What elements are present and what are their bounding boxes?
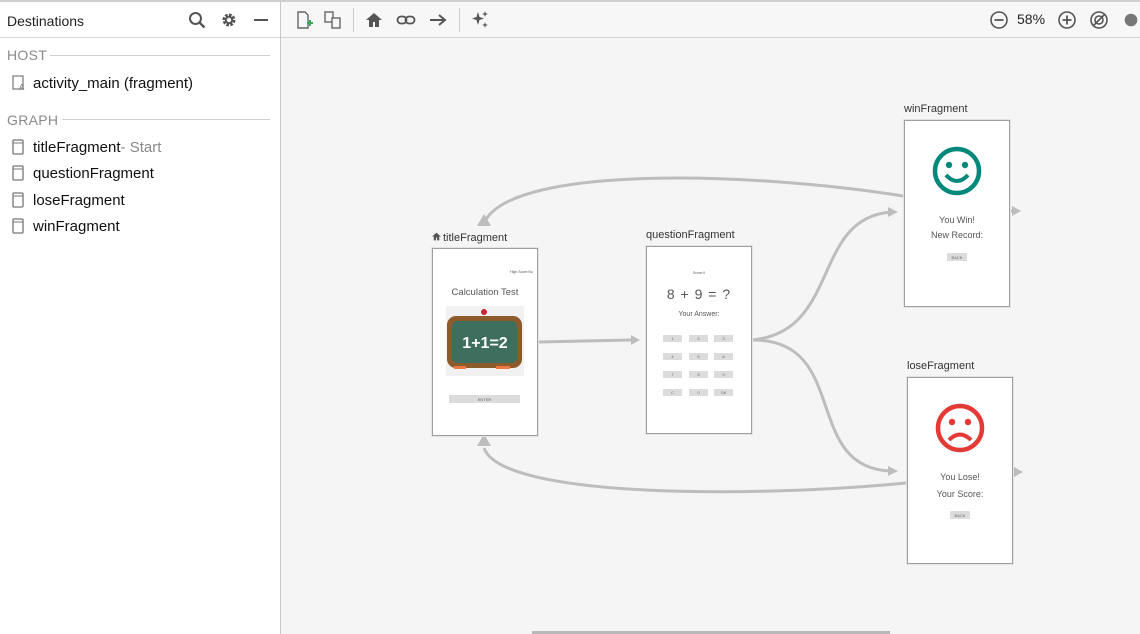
arrowhead bbox=[631, 335, 640, 345]
zoom-to-fit-icon[interactable] bbox=[1087, 8, 1111, 32]
lose-message: You Lose! bbox=[940, 472, 980, 482]
high-score-text: High Score:No bbox=[510, 270, 533, 274]
toolbar-separator bbox=[459, 8, 460, 32]
start-home-icon bbox=[431, 231, 442, 245]
toolbar-separator bbox=[353, 8, 354, 32]
titlefragment-node[interactable]: High Score:No Calculation Test 1+1=2 ENT… bbox=[432, 248, 538, 436]
win-message: You Win! bbox=[939, 215, 975, 225]
action-question-to-lose bbox=[750, 338, 892, 473]
divider bbox=[50, 55, 270, 56]
key-7: 7 bbox=[663, 371, 682, 378]
key-4: 4 bbox=[663, 353, 682, 360]
your-score-text: Your Score: bbox=[936, 489, 984, 499]
new-record-text: New Record: bbox=[930, 230, 984, 240]
graph-section-title: GRAPH bbox=[7, 112, 59, 128]
equation-text: 8 + 9 = ? bbox=[666, 286, 732, 302]
home-icon[interactable] bbox=[362, 8, 386, 32]
host-section-title: HOST bbox=[7, 47, 48, 63]
auto-arrange-icon[interactable] bbox=[468, 8, 492, 32]
gear-icon[interactable] bbox=[218, 9, 240, 31]
lose-back-button: BACK bbox=[950, 511, 970, 519]
zoom-level: 58% bbox=[1017, 11, 1046, 27]
zoom-out-icon[interactable] bbox=[987, 8, 1011, 32]
title-heading: Calculation Test bbox=[451, 287, 519, 298]
fragment-icon bbox=[12, 165, 26, 181]
destinations-panel: Destinations HOST A activity_main (fragm… bbox=[0, 2, 281, 634]
editor-toolbar: 58% bbox=[281, 2, 1140, 38]
graph-item-label: loseFragment bbox=[33, 191, 125, 209]
sad-face-icon bbox=[934, 402, 986, 459]
graph-item-titlefragment[interactable]: titleFragment - Start bbox=[12, 136, 161, 158]
fragment-icon bbox=[12, 139, 26, 155]
zoom-in-icon[interactable] bbox=[1055, 8, 1079, 32]
score-text: Score:0 bbox=[692, 271, 706, 275]
key-2: 2 bbox=[689, 335, 708, 342]
answer-label: Your Answer: bbox=[678, 311, 720, 318]
winfragment-label: winFragment bbox=[904, 103, 968, 115]
divider bbox=[62, 119, 270, 120]
titlefragment-label: titleFragment bbox=[443, 232, 508, 244]
panel-title: Destinations bbox=[7, 13, 85, 29]
board-text: 1+1=2 bbox=[462, 335, 507, 352]
key-0: 0 bbox=[689, 389, 708, 396]
host-item-activity-main[interactable]: A activity_main (fragment) bbox=[12, 72, 193, 94]
fragment-icon bbox=[12, 192, 26, 208]
graph-item-label: titleFragment bbox=[33, 138, 121, 156]
arrowhead bbox=[888, 466, 898, 476]
key-1: 1 bbox=[663, 335, 682, 342]
questionfragment-node[interactable]: Score:0 8 + 9 = ? Your Answer: 1 2 3 4 5… bbox=[646, 246, 752, 434]
key-clear: C bbox=[663, 389, 682, 396]
action-win-to-title bbox=[482, 176, 904, 224]
smiley-face-icon bbox=[931, 145, 983, 202]
action-title-to-question bbox=[536, 338, 632, 344]
graph-item-winfragment[interactable]: winFragment bbox=[12, 215, 120, 237]
arrowhead bbox=[1012, 206, 1021, 216]
start-suffix: - Start bbox=[120, 138, 162, 156]
graph-item-label: questionFragment bbox=[33, 164, 154, 182]
win-back-button: BACK bbox=[947, 253, 967, 261]
navigation-graph-canvas[interactable]: titleFragment High Score:No Calculation … bbox=[281, 38, 1140, 634]
enter-button: ENTER bbox=[449, 395, 520, 403]
arrow-right-icon[interactable] bbox=[426, 8, 450, 32]
fragment-icon bbox=[12, 218, 26, 234]
key-8: 8 bbox=[689, 371, 708, 378]
svg-text:A: A bbox=[19, 83, 25, 91]
arrowhead bbox=[1014, 467, 1023, 477]
key-5: 5 bbox=[689, 353, 708, 360]
questionfragment-label: questionFragment bbox=[646, 229, 735, 241]
arrowhead bbox=[888, 207, 898, 217]
key-ok: OK bbox=[714, 389, 733, 396]
graph-item-losefragment[interactable]: loseFragment bbox=[12, 189, 125, 211]
key-3: 3 bbox=[714, 335, 733, 342]
layout-icon: A bbox=[12, 75, 26, 91]
nested-graph-icon[interactable] bbox=[321, 8, 345, 32]
host-item-label: activity_main (fragment) bbox=[33, 74, 194, 92]
losefragment-label: loseFragment bbox=[907, 360, 975, 372]
action-question-to-win bbox=[750, 210, 892, 342]
overflow-icon[interactable] bbox=[1122, 8, 1140, 32]
winfragment-node[interactable]: You Win! New Record: BACK bbox=[904, 120, 1010, 307]
search-icon[interactable] bbox=[186, 9, 208, 31]
graph-item-label: winFragment bbox=[33, 217, 120, 235]
losefragment-node[interactable]: You Lose! Your Score: BACK bbox=[907, 377, 1013, 564]
deep-link-icon[interactable] bbox=[394, 8, 418, 32]
destinations-header: Destinations bbox=[0, 2, 280, 38]
key-9: 9 bbox=[714, 371, 733, 378]
minimize-icon[interactable] bbox=[250, 9, 272, 31]
chalkboard-image: 1+1=2 bbox=[446, 306, 524, 376]
key-6: 6 bbox=[714, 353, 733, 360]
action-lose-to-title bbox=[482, 447, 907, 494]
graph-item-questionfragment[interactable]: questionFragment bbox=[12, 162, 154, 184]
new-destination-icon[interactable] bbox=[292, 8, 316, 32]
